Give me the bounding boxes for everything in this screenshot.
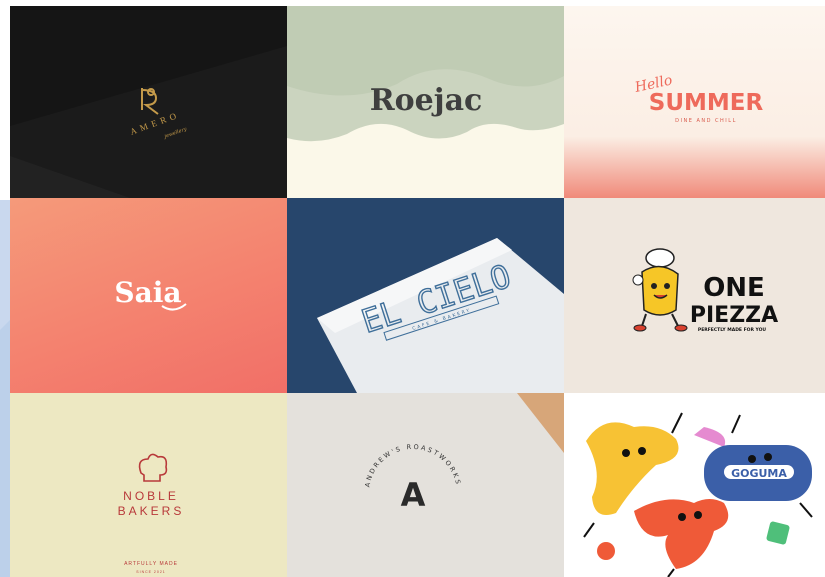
- pizza-mascot-icon: [632, 248, 688, 332]
- tile-goguma[interactable]: GOGUMA: [564, 393, 825, 577]
- tile-summer[interactable]: Hello SUMMER DINE AND CHILL: [564, 6, 825, 198]
- tile-amero[interactable]: AMERO jewellery: [10, 6, 287, 198]
- piezza-sub: PERFECTLY MADE FOR YOU: [698, 327, 767, 333]
- amero-artwork: AMERO jewellery: [10, 46, 287, 198]
- noble-sub: ARTFULLY MADE: [124, 561, 178, 567]
- tile-saia[interactable]: Saia: [10, 198, 287, 393]
- tile-noble-bakers[interactable]: NOBLE BAKERS ARTFULLY MADE SINCE 2021: [10, 393, 287, 577]
- logo-collage: AMERO jewellery Roejac Hello SUMMER DINE…: [10, 6, 825, 577]
- noble-artwork: NOBLE BAKERS ARTFULLY MADE SINCE 2021: [118, 453, 185, 574]
- tile-one-piezza[interactable]: ONE PIEZZA PERFECTLY MADE FOR YOU: [564, 198, 825, 393]
- roejac-artwork: Roejac: [287, 6, 564, 142]
- piezza-line1: ONE: [703, 273, 765, 303]
- tile-el-cielo[interactable]: EL CIELO CAFE & BAKERY: [287, 198, 564, 393]
- noble-line2: BAKERS: [118, 504, 185, 518]
- chef-hat-icon: [138, 453, 168, 482]
- roejac-wordmark: Roejac: [370, 83, 483, 118]
- andrews-letter: A: [401, 476, 426, 514]
- piezza-line2: PIEZZA: [690, 303, 778, 328]
- summer-artwork: Hello SUMMER DINE AND CHILL: [633, 72, 764, 124]
- goguma-wordmark: GOGUMA: [731, 467, 787, 480]
- tile-andrews-roastworks[interactable]: ANDREW'S ROASTWORKS A: [287, 393, 564, 577]
- saia-wordmark: Saia: [114, 276, 181, 309]
- summer-sub: DINE AND CHILL: [675, 118, 737, 124]
- piezza-artwork: ONE PIEZZA PERFECTLY MADE FOR YOU: [632, 248, 778, 333]
- goguma-characters: [583, 412, 813, 577]
- goguma-artwork: GOGUMA: [583, 412, 813, 577]
- saia-artwork: Saia: [114, 276, 187, 311]
- andrews-artwork: ANDREW'S ROASTWORKS A: [287, 393, 564, 577]
- noble-since: SINCE 2021: [136, 570, 165, 574]
- summer-title: SUMMER: [649, 90, 764, 116]
- noble-line1: NOBLE: [123, 489, 179, 503]
- cielo-artwork: EL CIELO CAFE & BAKERY: [317, 238, 564, 393]
- tile-roejac[interactable]: Roejac: [287, 6, 564, 198]
